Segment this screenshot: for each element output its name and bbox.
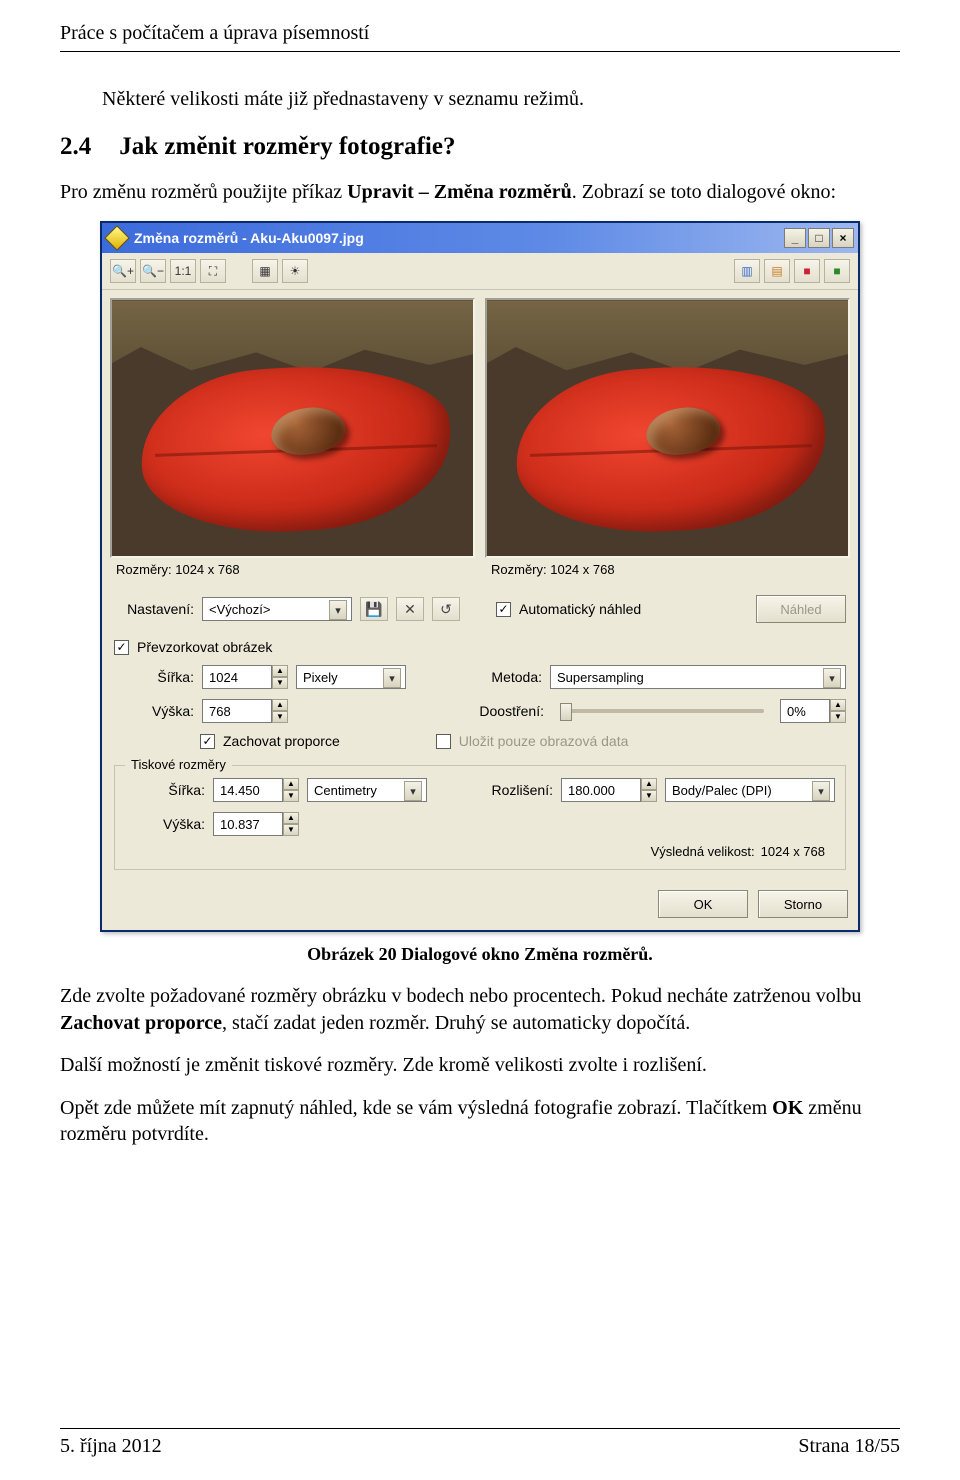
document-header: Práce s počítačem a úprava písemností [60,22,900,52]
resize-dialog: Změna rozměrů - Aku-Aku0097.jpg _ □ × 🔍+… [100,221,860,932]
zoom-fit-icon[interactable]: ⛶ [200,259,226,283]
compare-horizontal-icon[interactable]: ▤ [764,259,790,283]
preview-button[interactable]: Náhled [756,595,846,623]
section-heading: 2.4 Jak změnit rozměry fotografie? [60,133,900,161]
zoom-out-icon[interactable]: 🔍− [140,259,166,283]
spin-up-icon[interactable]: ▲ [272,699,288,711]
method-label: Metoda: [462,669,542,685]
resolution-label: Rozlišení: [473,782,553,798]
paragraph-1: Pro změnu rozměrů použijte příkaz Upravi… [60,179,900,205]
keep-ratio-row: ✓ Zachovat proporce Uložit pouze obrazov… [114,733,846,749]
settings-row: Nastavení: <Výchozí> 💾 ✕ ↺ ✓ Automatický… [114,595,846,623]
width-label: Šířka: [114,669,194,685]
print-unit-combo[interactable]: Centimetry [307,778,427,802]
zoom-in-icon[interactable]: 🔍+ [110,259,136,283]
zoom-1to1-icon[interactable]: 1:1 [170,259,196,283]
sharpen-slider[interactable] [560,709,764,713]
cancel-button[interactable]: Storno [758,890,848,918]
auto-preview-label: Automatický náhled [519,601,641,617]
section-number: 2.4 [60,133,91,161]
titlebar[interactable]: Změna rozměrů - Aku-Aku0097.jpg _ □ × [102,223,858,253]
app-icon [104,226,129,251]
save-settings-icon[interactable]: 💾 [360,597,388,621]
paragraph-2: Zde zvolte požadované rozměry obrázku v … [60,983,900,1036]
print-width-label: Šířka: [125,782,205,798]
sharpen-spinner[interactable]: 0% ▲▼ [780,699,846,723]
height-label: Výška: [114,703,194,719]
delete-settings-icon[interactable]: ✕ [396,597,424,621]
thumbnail-icon[interactable]: ▦ [252,259,278,283]
print-dims-legend: Tiskové rozměry [125,757,232,772]
save-only-data-label: Uložit pouze obrazová data [459,733,629,749]
resolution-unit-combo[interactable]: Body/Palec (DPI) [665,778,835,802]
document-header-text: Práce s počítačem a úprava písemností [60,22,369,44]
keep-ratio-label: Zachovat proporce [223,733,340,749]
settings-combo[interactable]: <Výchozí> [202,597,352,621]
result-size-value: 1024 x 768 [761,844,825,859]
save-only-data-checkbox[interactable] [436,734,451,749]
spin-down-icon[interactable]: ▼ [272,711,288,723]
undo-settings-icon[interactable]: ↺ [432,597,460,621]
print-width-spinner[interactable]: 14.450 ▲▼ [213,778,299,802]
ok-button[interactable]: OK [658,890,748,918]
preview-original: Rozměry: 1024 x 768 [110,298,475,581]
page-footer: 5. října 2012 Strana 18/55 [60,1428,900,1458]
method-combo[interactable]: Supersampling [550,665,846,689]
resolution-spinner[interactable]: 180.000 ▲▼ [561,778,657,802]
maximize-button[interactable]: □ [808,228,830,248]
brightness-icon[interactable]: ☀ [282,259,308,283]
settings-label: Nastavení: [114,601,194,617]
preview-result-dims: Rozměry: 1024 x 768 [485,558,850,581]
window-title: Změna rozměrů - Aku-Aku0097.jpg [134,230,784,246]
paragraph-4: Opět zde můžete mít zapnutý náhled, kde … [60,1095,900,1148]
auto-preview-checkbox[interactable]: ✓ [496,602,511,617]
sharpen-label: Doostření: [454,703,544,719]
spin-down-icon[interactable]: ▼ [272,677,288,689]
resample-label: Převzorkovat obrázek [137,639,272,655]
footer-date: 5. října 2012 [60,1435,162,1458]
keep-ratio-checkbox[interactable]: ✓ [200,734,215,749]
figure-caption: Obrázek 20 Dialogové okno Změna rozměrů. [60,944,900,965]
toolbar: 🔍+ 🔍− 1:1 ⛶ ▦ ☀ ▥ ▤ ■ ■ [102,253,858,290]
preview-result-image[interactable] [485,298,850,558]
print-height-label: Výška: [125,816,205,832]
preview-original-image[interactable] [110,298,475,558]
paragraph-3: Další možností je změnit tiskové rozměry… [60,1052,900,1078]
compare-red-icon[interactable]: ■ [794,259,820,283]
compare-green-icon[interactable]: ■ [824,259,850,283]
height-row: Výška: 768 ▲▼ Doostření: 0% ▲▼ [114,699,846,723]
print-height-spinner[interactable]: 10.837 ▲▼ [213,812,299,836]
preview-original-dims: Rozměry: 1024 x 768 [110,558,475,581]
compare-vertical-icon[interactable]: ▥ [734,259,760,283]
footer-page: Strana 18/55 [798,1435,900,1458]
spin-up-icon[interactable]: ▲ [272,665,288,677]
width-spinner[interactable]: 1024 ▲▼ [202,665,288,689]
section-title: Jak změnit rozměry fotografie? [119,133,455,161]
print-dims-fieldset: Tiskové rozměry Šířka: 14.450 ▲▼ Centime… [114,765,846,870]
width-row: Šířka: 1024 ▲▼ Pixely Metoda: Supersampl… [114,665,846,689]
intro-paragraph: Některé velikosti máte již přednastaveny… [102,88,900,111]
preview-result: Rozměry: 1024 x 768 [485,298,850,581]
width-unit-combo[interactable]: Pixely [296,665,406,689]
result-size-label: Výsledná velikost: [651,844,755,859]
height-spinner[interactable]: 768 ▲▼ [202,699,288,723]
close-button[interactable]: × [832,228,854,248]
resample-checkbox[interactable]: ✓ [114,640,129,655]
resample-row: ✓ Převzorkovat obrázek [114,639,846,655]
minimize-button[interactable]: _ [784,228,806,248]
